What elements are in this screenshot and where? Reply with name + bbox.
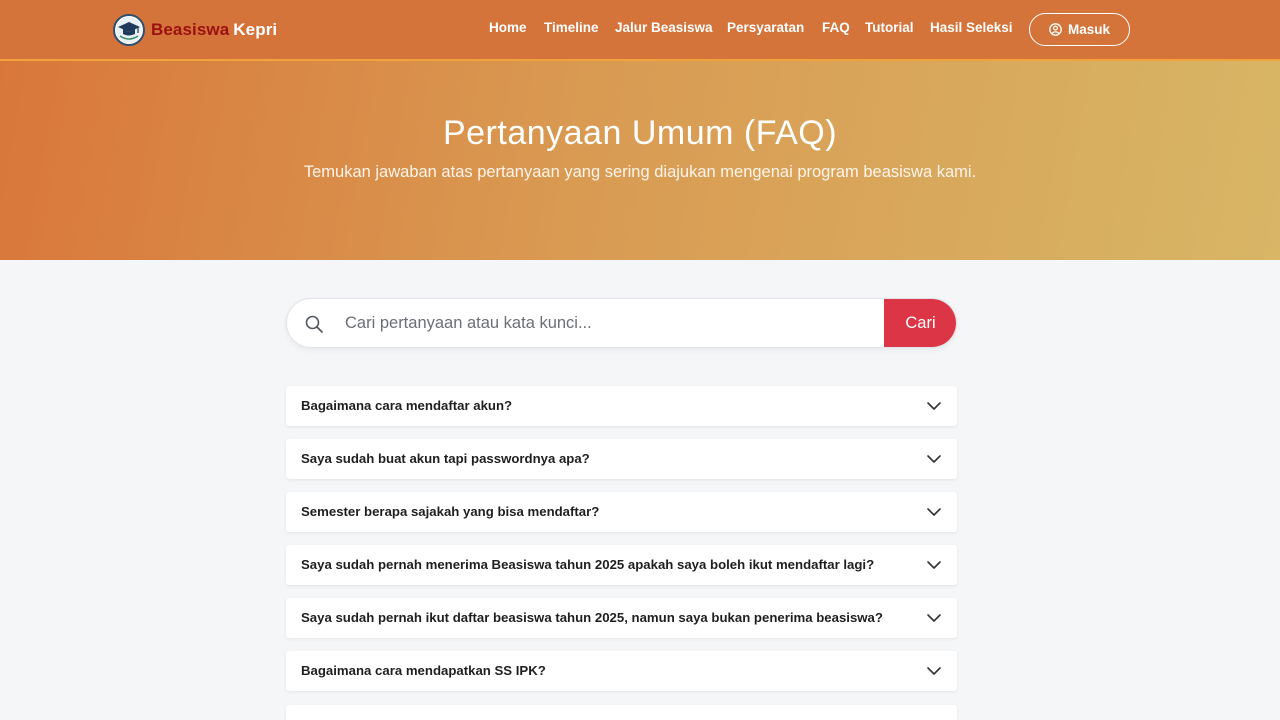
faq-question: Saya sudah pernah ikut daftar beasiswa t… <box>301 610 883 625</box>
page-title: Pertanyaan Umum (FAQ) <box>442 114 838 152</box>
brand-name-part1: Beasiswa <box>151 20 230 39</box>
faq-item[interactable]: Saya sudah buat akun tapi passwordnya ap… <box>286 439 957 479</box>
chevron-down-icon <box>927 455 941 463</box>
search-input[interactable] <box>345 299 875 347</box>
chevron-down-icon <box>927 508 941 516</box>
faq-question: Saya sudah buat akun tapi passwordnya ap… <box>301 451 590 466</box>
login-button-label: Masuk <box>1067 22 1111 37</box>
faq-question: Semester berapa sajakah yang bisa mendaf… <box>301 504 600 519</box>
chevron-down-icon <box>927 561 941 569</box>
faq-item[interactable]: Semester berapa sajakah yang bisa mendaf… <box>286 492 957 532</box>
faq-item[interactable]: Saya sudah pernah ikut daftar beasiswa t… <box>286 598 957 638</box>
faq-item[interactable]: Bagaimana cara mendaftar akun? <box>286 386 957 426</box>
top-navbar: Beasiswa Kepri Home Timeline Jalur Beasis… <box>0 0 1280 61</box>
graduation-cap-logo-icon <box>113 14 145 46</box>
brand-logo[interactable]: Beasiswa Kepri <box>113 13 277 47</box>
nav-item-jalur-beasiswa[interactable]: Jalur Beasiswa <box>615 20 713 35</box>
nav-item-timeline[interactable]: Timeline <box>544 20 599 35</box>
nav-item-tutorial[interactable]: Tutorial <box>865 20 914 35</box>
chevron-down-icon <box>927 402 941 410</box>
nav-item-home[interactable]: Home <box>489 20 527 35</box>
user-circle-icon <box>1049 23 1062 36</box>
hero-banner: Pertanyaan Umum (FAQ) Temukan jawaban at… <box>0 61 1280 260</box>
faq-question: Bagaimana cara mendaftar akun? <box>301 398 513 413</box>
nav-item-hasil-seleksi[interactable]: Hasil Seleksi <box>930 20 1013 35</box>
page-subtitle: Temukan jawaban atas pertanyaan yang ser… <box>303 163 977 181</box>
login-button[interactable]: Masuk <box>1029 13 1130 46</box>
faq-item-partial[interactable] <box>286 705 957 720</box>
brand-name: Beasiswa Kepri <box>151 20 277 40</box>
chevron-down-icon <box>927 667 941 675</box>
chevron-down-icon <box>927 614 941 622</box>
faq-question: Bagaimana cara mendapatkan SS IPK? <box>301 663 546 678</box>
faq-item[interactable]: Saya sudah pernah menerima Beasiswa tahu… <box>286 545 957 585</box>
brand-name-part2: Kepri <box>233 20 278 39</box>
faq-question: Saya sudah pernah menerima Beasiswa tahu… <box>301 557 875 572</box>
faq-search-bar: Cari <box>286 298 957 348</box>
faq-item[interactable]: Bagaimana cara mendapatkan SS IPK? <box>286 651 957 691</box>
search-button[interactable]: Cari <box>884 299 956 347</box>
nav-item-faq[interactable]: FAQ <box>822 20 850 35</box>
nav-item-persyaratan[interactable]: Persyaratan <box>727 20 804 35</box>
search-icon <box>305 315 323 333</box>
